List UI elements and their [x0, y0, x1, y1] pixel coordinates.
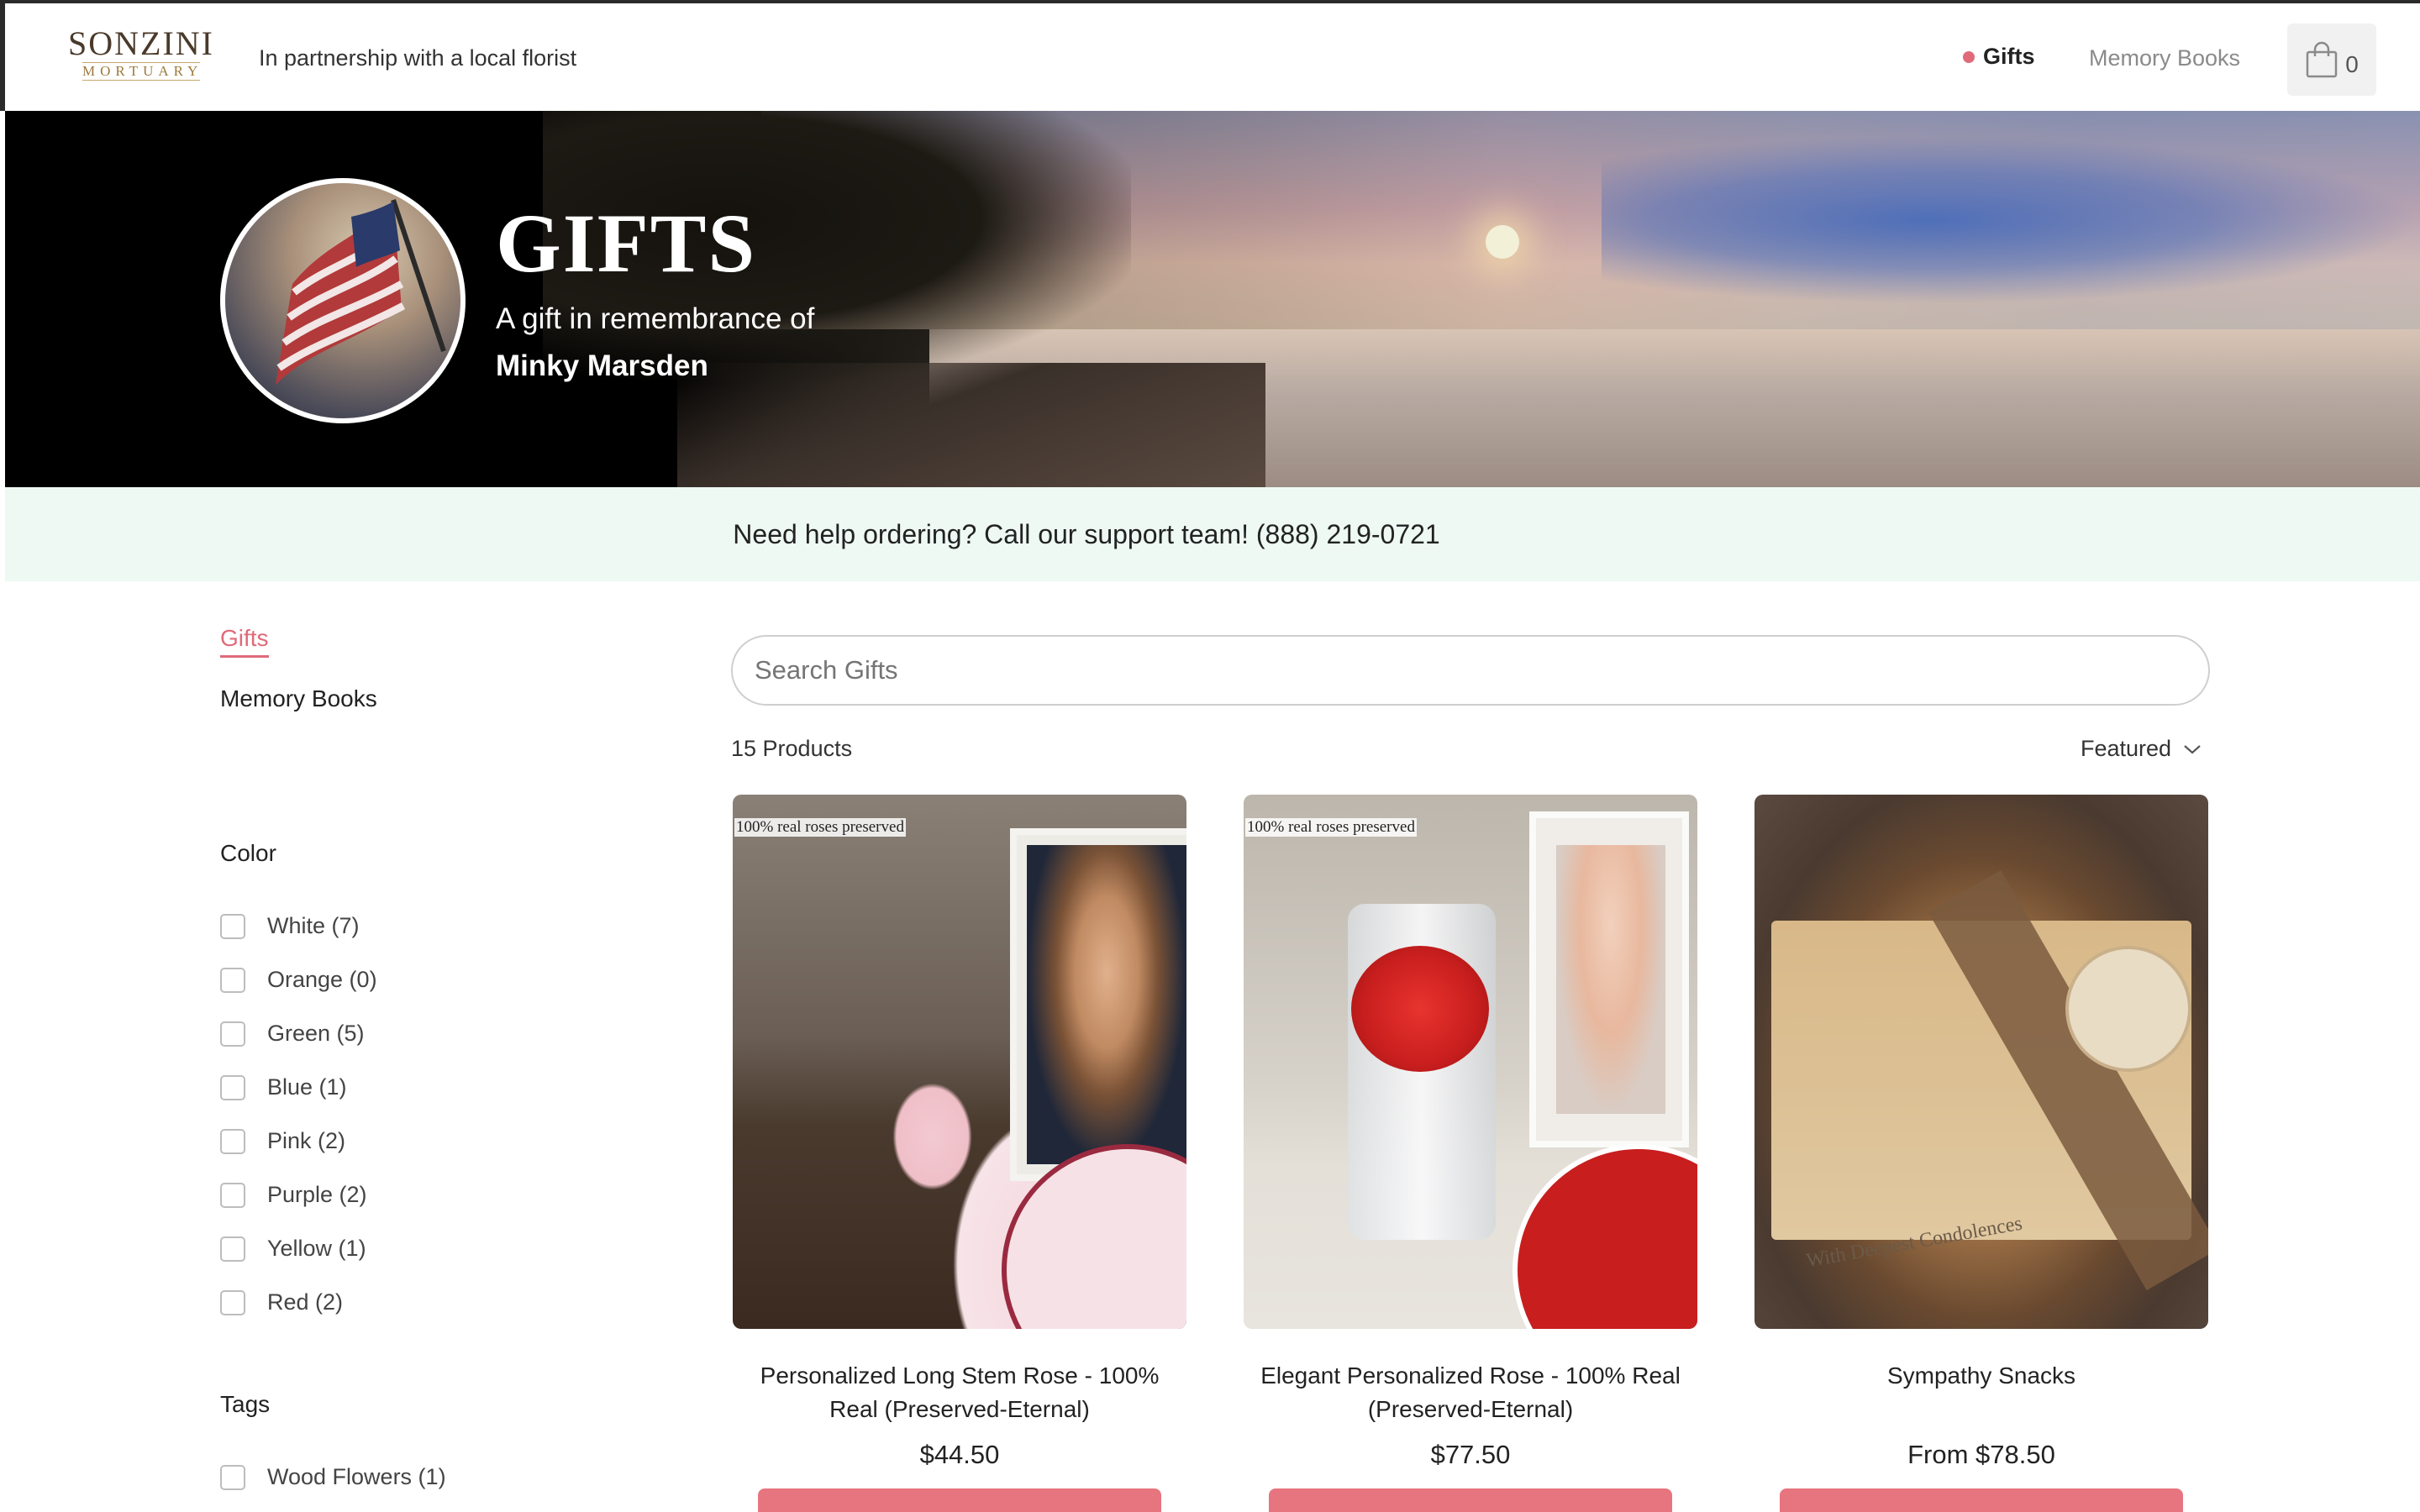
- sidebar-link-gifts[interactable]: Gifts: [220, 625, 269, 658]
- cart-button[interactable]: 0: [2287, 24, 2376, 96]
- hero-clouds: [1602, 136, 2420, 304]
- color-filter-red[interactable]: Red (2): [220, 1289, 343, 1315]
- american-flag-icon: [276, 199, 446, 385]
- support-text: Need help ordering? Call our support tea…: [733, 518, 1440, 549]
- color-filter-purple[interactable]: Purple (2): [220, 1182, 367, 1208]
- product-card[interactable]: 100% real roses preserved Personalized L…: [733, 795, 1186, 1512]
- color-filter-heading: Color: [220, 840, 276, 866]
- memorial-portrait: [220, 178, 466, 423]
- sort-label: Featured: [2081, 736, 2172, 761]
- product-count: 15 Products: [731, 736, 853, 761]
- sonzini-mortuary-logo[interactable]: SONZINI MORTUARY: [57, 25, 225, 89]
- preserved-roses-badge: 100% real roses preserved: [734, 818, 906, 837]
- filter-label: Purple (2): [267, 1182, 367, 1207]
- checkbox[interactable]: [220, 1128, 245, 1154]
- chevron-down-icon: [2184, 744, 2201, 753]
- tags-filter-heading: Tags: [220, 1391, 271, 1417]
- nav-memory-books-link[interactable]: Memory Books: [2089, 45, 2240, 71]
- nav-gifts-link[interactable]: Gifts: [1963, 44, 2035, 70]
- cart-count: 0: [2345, 51, 2359, 77]
- filter-label: Wood Flowers (1): [267, 1464, 446, 1489]
- checkbox[interactable]: [220, 1074, 245, 1100]
- product-image[interactable]: With Deepest Condolences: [1754, 795, 2208, 1329]
- partner-text: In partnership with a local florist: [259, 45, 577, 71]
- filter-label: Orange (0): [267, 967, 377, 992]
- checkbox[interactable]: [220, 1464, 245, 1490]
- hero-subtitle: A gift in remembrance of: [496, 302, 815, 335]
- cheese-wheel: [2065, 946, 2191, 1072]
- product-card[interactable]: With Deepest Condolences Sympathy Snacks…: [1754, 795, 2208, 1512]
- add-to-cart-button[interactable]: [1269, 1488, 1672, 1512]
- top-navigation-bar: SONZINI MORTUARY In partnership with a l…: [0, 0, 2420, 111]
- checkbox[interactable]: [220, 913, 245, 939]
- product-card[interactable]: 100% real roses preserved Elegant Person…: [1244, 795, 1697, 1512]
- page-title: GIFTS: [496, 197, 757, 290]
- filter-label: Red (2): [267, 1289, 344, 1315]
- product-image[interactable]: 100% real roses preserved: [733, 795, 1186, 1329]
- product-price: From $78.50: [1907, 1440, 2055, 1469]
- rose-closeup-inset: [1512, 1144, 1697, 1329]
- shopping-bag-icon: [2306, 41, 2338, 78]
- product-price: $44.50: [919, 1440, 1000, 1469]
- hero-shore: [677, 363, 1265, 487]
- logo-brand: SONZINI: [68, 24, 214, 62]
- logo-subtitle: MORTUARY: [82, 62, 203, 81]
- hero-banner: GIFTS A gift in remembrance of Minky Mar…: [5, 111, 2420, 487]
- active-dot-icon: [1963, 50, 1975, 63]
- add-to-cart-button[interactable]: [758, 1488, 1161, 1512]
- search-input[interactable]: [731, 635, 2210, 706]
- filter-label: Green (5): [267, 1021, 365, 1046]
- filter-label: Blue (1): [267, 1074, 347, 1100]
- red-rose: [1351, 946, 1489, 1072]
- color-filter-orange[interactable]: Orange (0): [220, 967, 377, 993]
- portrait-photo: [1027, 845, 1186, 1164]
- add-to-cart-button[interactable]: [1780, 1488, 2183, 1512]
- filter-label: White (7): [267, 913, 360, 938]
- product-price: $77.50: [1430, 1440, 1511, 1469]
- product-image[interactable]: 100% real roses preserved: [1244, 795, 1697, 1329]
- color-filter-pink[interactable]: Pink (2): [220, 1128, 345, 1154]
- filter-label: Pink (2): [267, 1128, 346, 1153]
- product-title[interactable]: Sympathy Snacks: [1754, 1359, 2208, 1426]
- tag-filter-wood-flowers[interactable]: Wood Flowers (1): [220, 1464, 446, 1490]
- product-title[interactable]: Personalized Long Stem Rose - 100% Real …: [733, 1359, 1186, 1426]
- support-banner: Need help ordering? Call our support tea…: [5, 487, 2420, 581]
- sidebar-link-memory-books[interactable]: Memory Books: [220, 685, 377, 712]
- checkbox[interactable]: [220, 967, 245, 993]
- color-filter-white[interactable]: White (7): [220, 913, 360, 939]
- hero-sun: [1486, 225, 1519, 259]
- checkbox[interactable]: [220, 1182, 245, 1208]
- nav-gifts-label: Gifts: [1983, 44, 2035, 69]
- deceased-name: Minky Marsden: [496, 349, 708, 382]
- checkbox[interactable]: [220, 1236, 245, 1262]
- checkbox[interactable]: [220, 1289, 245, 1315]
- color-filter-yellow[interactable]: Yellow (1): [220, 1236, 366, 1262]
- checkbox[interactable]: [220, 1021, 245, 1047]
- color-filter-blue[interactable]: Blue (1): [220, 1074, 347, 1100]
- preserved-roses-badge: 100% real roses preserved: [1245, 818, 1417, 837]
- baby-photo: [1556, 845, 1665, 1114]
- color-filter-green[interactable]: Green (5): [220, 1021, 365, 1047]
- product-title[interactable]: Elegant Personalized Rose - 100% Real (P…: [1244, 1359, 1697, 1426]
- sort-dropdown[interactable]: Featured: [2081, 736, 2202, 762]
- filter-label: Yellow (1): [267, 1236, 366, 1261]
